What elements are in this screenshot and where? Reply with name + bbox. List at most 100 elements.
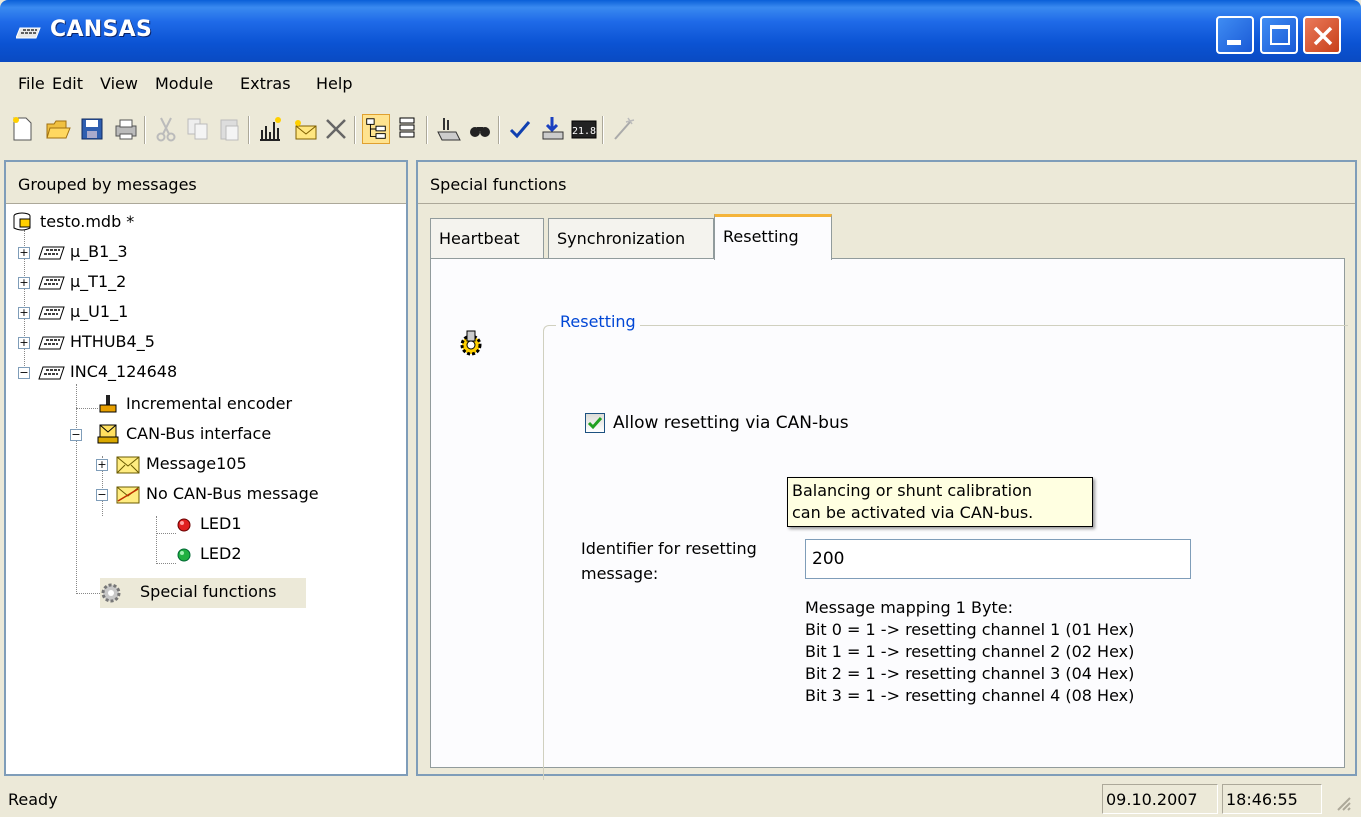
tree-line [76, 384, 77, 594]
gear-icon [101, 583, 121, 603]
expand-plus-icon[interactable]: + [18, 247, 30, 259]
tree-line [156, 516, 157, 564]
paste-icon[interactable] [216, 114, 244, 144]
tab-heartbeat[interactable]: Heartbeat [430, 218, 544, 258]
tree-item-label: µ_T1_2 [70, 272, 127, 291]
check-icon[interactable] [506, 114, 534, 144]
allow-resetting-label[interactable]: Allow resetting via CAN-bus [613, 413, 849, 433]
encoder-icon [99, 395, 117, 413]
maximize-icon [1270, 25, 1290, 45]
tree-item-module[interactable]: + µ_B1_3 [18, 238, 278, 266]
tooltip-line: Balancing or shunt calibration [792, 481, 1033, 500]
toolbar-separator [248, 116, 250, 144]
tree-item-no-can-bus-message[interactable]: − No CAN-Bus message [96, 480, 396, 508]
tree-item-label: Special functions [140, 582, 277, 601]
tab-panel-resetting: Resetting Allow resetting via CAN-bus Id… [430, 258, 1348, 817]
tree-item-message105[interactable]: + Message105 [96, 450, 376, 478]
wand-icon[interactable] [610, 114, 638, 144]
tooltip: Balancing or shunt calibration can be ac… [787, 477, 1093, 527]
collapse-minus-icon[interactable]: − [18, 367, 30, 379]
tree-view-icon[interactable] [362, 114, 390, 144]
title-bar: CANSAS [0, 0, 1361, 62]
mapping-line: Bit 1 = 1 -> resetting channel 2 (02 Hex… [805, 642, 1135, 661]
download-icon[interactable] [538, 114, 566, 144]
expand-plus-icon[interactable]: + [18, 307, 30, 319]
envelope-icon[interactable] [290, 114, 318, 144]
menu-file[interactable]: File [18, 74, 45, 93]
menu-edit[interactable]: Edit [52, 74, 83, 93]
can-interface-icon [97, 424, 119, 444]
tree-line [156, 563, 176, 564]
copy-icon[interactable] [184, 114, 212, 144]
toolbar-separator [426, 116, 428, 144]
cut-icon[interactable] [152, 114, 180, 144]
tree-item-label: No CAN-Bus message [146, 484, 319, 503]
tree-item-module[interactable]: + µ_T1_2 [18, 268, 278, 296]
resize-grip-icon[interactable] [1334, 794, 1352, 812]
tree-item-incremental-encoder[interactable]: Incremental encoder [98, 390, 378, 418]
tree-item-can-bus-interface[interactable]: − CAN-Bus interface [70, 420, 370, 448]
collapse-minus-icon[interactable]: − [96, 489, 108, 501]
collapse-minus-icon[interactable]: − [70, 429, 82, 441]
open-icon[interactable] [44, 114, 72, 144]
toolbar: 21.8 [4, 108, 1357, 152]
delete-icon[interactable] [322, 114, 350, 144]
display-icon[interactable]: 21.8 [570, 114, 598, 144]
pane-splitter[interactable] [408, 152, 416, 780]
maximize-button[interactable] [1260, 16, 1298, 54]
group-title: Resetting [556, 312, 640, 331]
expand-plus-icon[interactable]: + [18, 277, 30, 289]
tree-line [76, 408, 98, 409]
tree-item-led2[interactable]: LED2 [176, 540, 376, 568]
tree-item-label: INC4_124648 [70, 362, 178, 381]
status-bar: Ready 09.10.2007 18:46:55 [4, 780, 1357, 817]
expand-plus-icon[interactable]: + [18, 337, 30, 349]
close-button[interactable] [1303, 16, 1341, 54]
identifier-label-line1: Identifier for resetting [581, 539, 757, 558]
tree-item-module[interactable]: − INC4_124648 [18, 358, 278, 386]
tree-item-label: LED2 [200, 544, 242, 563]
save-icon[interactable] [78, 114, 106, 144]
mapping-line: Bit 2 = 1 -> resetting channel 3 (04 Hex… [805, 664, 1135, 683]
module-icon [38, 366, 65, 380]
measure-icon[interactable] [256, 114, 284, 144]
tree-item-database[interactable]: testo.mdb * [12, 208, 272, 236]
module-icon[interactable] [434, 114, 462, 144]
module-icon [38, 306, 65, 320]
identifier-input[interactable]: 200 [805, 539, 1191, 579]
toolbar-separator [354, 116, 356, 144]
tree-item-module[interactable]: + HTHUB4_5 [18, 328, 278, 356]
no-message-icon [116, 486, 140, 504]
new-icon[interactable] [8, 114, 36, 144]
identifier-label-line2: message: [581, 564, 659, 583]
tree-item-label: Incremental encoder [126, 394, 293, 413]
tree-item-led1[interactable]: LED1 [176, 510, 376, 538]
minimize-button[interactable] [1216, 16, 1254, 54]
module-icon [38, 276, 65, 290]
toolbar-separator [602, 116, 604, 144]
green-led-icon [177, 548, 191, 562]
details-pane: Special functions Heartbeat Synchronizat… [416, 160, 1357, 817]
tree-item-module[interactable]: + µ_U1_1 [18, 298, 278, 326]
list-view-icon[interactable] [394, 114, 422, 144]
reset-gear-icon [460, 330, 482, 356]
mapping-line: Message mapping 1 Byte: [805, 598, 1013, 617]
find-icon[interactable] [466, 114, 494, 144]
allow-resetting-checkbox[interactable] [585, 413, 605, 433]
database-icon [13, 212, 31, 231]
menu-module[interactable]: Module [155, 74, 213, 93]
close-icon [1313, 26, 1333, 46]
menu-view[interactable]: View [100, 74, 138, 93]
status-text: Ready [8, 790, 58, 809]
tree-item-special-functions[interactable]: Special functions [100, 578, 306, 608]
red-led-icon [177, 518, 191, 532]
app-icon [16, 27, 41, 39]
print-icon[interactable] [112, 114, 140, 144]
menu-help[interactable]: Help [316, 74, 352, 93]
expand-plus-icon[interactable]: + [96, 459, 108, 471]
tab-synchronization[interactable]: Synchronization [548, 218, 714, 258]
tab-resetting[interactable]: Resetting [714, 214, 832, 260]
menu-extras[interactable]: Extras [240, 74, 291, 93]
tree-item-label: HTHUB4_5 [70, 332, 155, 351]
tree-pane: Grouped by messages testo.mdb * + µ_B1_3… [4, 160, 408, 776]
